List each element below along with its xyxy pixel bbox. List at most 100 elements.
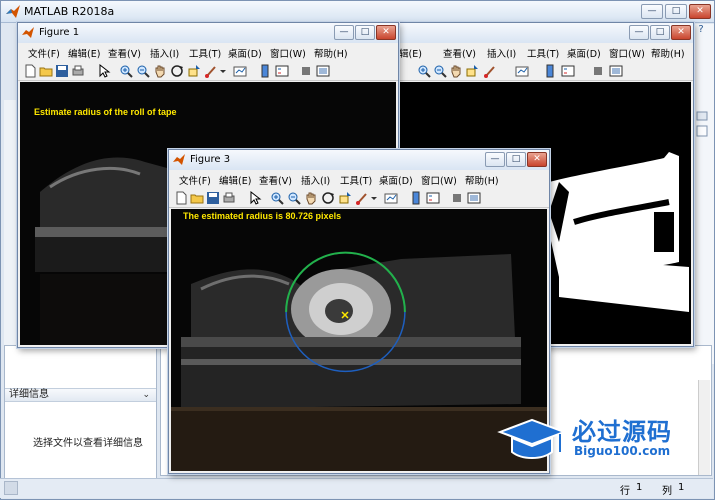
rotate-3d-icon[interactable]	[321, 191, 335, 205]
details-header-label: 详细信息	[9, 389, 49, 400]
show-plot-tools-icon[interactable]	[467, 191, 481, 205]
fig1-menu-file[interactable]: 文件(F)	[28, 46, 60, 60]
zoom-in-icon[interactable]	[270, 191, 284, 205]
link-plot-icon[interactable]	[384, 191, 398, 205]
details-empty-message: 选择文件以查看详细信息	[33, 438, 143, 449]
fig3-minimize-button[interactable]: —	[485, 152, 505, 167]
fig3-menu-file[interactable]: 文件(F)	[179, 173, 211, 187]
window-title: MATLAB R2018a	[24, 5, 115, 18]
status-row-label: 行	[620, 486, 630, 497]
maximize-button[interactable]: □	[665, 4, 687, 19]
figure-1-caption: Estimate radius of the roll of tape	[34, 107, 177, 117]
print-icon[interactable]	[222, 191, 236, 205]
show-plot-tools-icon[interactable]	[316, 64, 330, 78]
link-plot-icon[interactable]	[233, 64, 247, 78]
brush-icon[interactable]	[483, 64, 497, 78]
fig1-menu-desktop[interactable]: 桌面(D)	[228, 46, 262, 60]
hide-plot-tools-icon[interactable]	[299, 64, 313, 78]
figure-3-toolbar	[169, 188, 549, 208]
pan-hand-icon[interactable]	[304, 191, 318, 205]
show-plot-tools-icon[interactable]	[609, 64, 623, 78]
brush-icon[interactable]	[355, 191, 369, 205]
details-panel-header[interactable]: 详细信息 ⌄	[5, 388, 156, 402]
save-icon[interactable]	[206, 191, 220, 205]
zoom-in-icon[interactable]	[119, 64, 133, 78]
fig3-menu-window[interactable]: 窗口(W)	[421, 173, 457, 187]
insert-colorbar-icon[interactable]	[543, 64, 557, 78]
fig2-close-button[interactable]: ✕	[671, 25, 691, 40]
fig3-maximize-button[interactable]: □	[506, 152, 526, 167]
figure-2-titlebar[interactable]: — □ ✕	[397, 23, 693, 43]
fig3-close-button[interactable]: ✕	[527, 152, 547, 167]
close-button[interactable]: ✕	[689, 4, 711, 19]
fig3-menu-desktop[interactable]: 桌面(D)	[379, 173, 413, 187]
new-file-icon[interactable]	[174, 191, 188, 205]
zoom-out-icon[interactable]	[433, 64, 447, 78]
brush-dropdown-icon[interactable]	[370, 191, 378, 205]
fig2-menu-insert[interactable]: 插入(I)	[487, 46, 516, 60]
fig3-menu-view[interactable]: 查看(V)	[259, 173, 292, 187]
figure-1-titlebar[interactable]: Figure 1 — □ ✕	[18, 23, 398, 43]
fig2-menu-help[interactable]: 帮助(H)	[651, 46, 685, 60]
hide-plot-tools-icon[interactable]	[591, 64, 605, 78]
brush-dropdown-icon[interactable]	[219, 64, 227, 78]
chevron-down-icon[interactable]: ⌄	[142, 389, 150, 401]
fig1-menu-help[interactable]: 帮助(H)	[314, 46, 348, 60]
new-file-icon[interactable]	[23, 64, 37, 78]
fig3-menu-tools[interactable]: 工具(T)	[340, 173, 372, 187]
figure-1-menubar: 文件(F) 编辑(E) 查看(V) 插入(I) 工具(T) 桌面(D) 窗口(W…	[18, 43, 398, 61]
fig1-menu-edit[interactable]: 编辑(E)	[68, 46, 100, 60]
hide-plot-tools-icon[interactable]	[450, 191, 464, 205]
brush-icon[interactable]	[204, 64, 218, 78]
pointer-icon[interactable]	[97, 64, 111, 78]
fig3-menu-insert[interactable]: 插入(I)	[301, 173, 330, 187]
pointer-icon[interactable]	[248, 191, 262, 205]
fig2-menu-tools[interactable]: 工具(T)	[527, 46, 559, 60]
insert-legend-icon[interactable]	[561, 64, 575, 78]
minimize-button[interactable]: —	[641, 4, 663, 19]
matlab-logo-icon	[6, 5, 20, 18]
status-col-label: 列	[662, 486, 672, 497]
insert-legend-icon[interactable]	[275, 64, 289, 78]
fig1-menu-insert[interactable]: 插入(I)	[150, 46, 179, 60]
fig2-menu-desktop[interactable]: 桌面(D)	[567, 46, 601, 60]
zoom-out-icon[interactable]	[136, 64, 150, 78]
open-folder-icon[interactable]	[190, 191, 204, 205]
zoom-out-icon[interactable]	[287, 191, 301, 205]
fig3-menu-edit[interactable]: 编辑(E)	[219, 173, 251, 187]
zoom-in-icon[interactable]	[417, 64, 431, 78]
fig1-menu-window[interactable]: 窗口(W)	[270, 46, 306, 60]
fig1-menu-view[interactable]: 查看(V)	[108, 46, 141, 60]
figure-3-titlebar[interactable]: Figure 3 — □ ✕	[169, 150, 549, 170]
fig2-minimize-button[interactable]: —	[629, 25, 649, 40]
link-plot-icon[interactable]	[515, 64, 529, 78]
matlab-titlebar: MATLAB R2018a	[1, 1, 714, 23]
pan-hand-icon[interactable]	[449, 64, 463, 78]
fig2-menu-edit[interactable]: 辑(E)	[399, 46, 422, 60]
fig2-menu-window[interactable]: 窗口(W)	[609, 46, 645, 60]
command-vertical-scrollbar[interactable]	[698, 380, 710, 475]
fig2-maximize-button[interactable]: □	[650, 25, 670, 40]
status-grip[interactable]	[4, 481, 18, 495]
data-cursor-icon[interactable]	[338, 191, 352, 205]
fig2-menu-view[interactable]: 查看(V)	[443, 46, 476, 60]
pan-hand-icon[interactable]	[153, 64, 167, 78]
matlab-figure-icon	[22, 27, 34, 38]
data-cursor-icon[interactable]	[187, 64, 201, 78]
open-folder-icon[interactable]	[39, 64, 53, 78]
fig1-minimize-button[interactable]: —	[334, 25, 354, 40]
data-cursor-icon[interactable]	[465, 64, 479, 78]
fig1-close-button[interactable]: ✕	[376, 25, 396, 40]
save-icon[interactable]	[55, 64, 69, 78]
fig1-menu-tools[interactable]: 工具(T)	[189, 46, 221, 60]
print-icon[interactable]	[71, 64, 85, 78]
insert-colorbar-icon[interactable]	[258, 64, 272, 78]
fig1-maximize-button[interactable]: □	[355, 25, 375, 40]
rotate-3d-icon[interactable]	[170, 64, 184, 78]
right-panel-icons	[694, 110, 710, 140]
figure-3-window[interactable]: Figure 3 — □ ✕ 文件(F) 编辑(E) 查看(V) 插入(I) 工…	[168, 149, 550, 474]
insert-legend-icon[interactable]	[426, 191, 440, 205]
insert-colorbar-icon[interactable]	[409, 191, 423, 205]
figure-2-toolbar	[397, 61, 693, 81]
fig3-menu-help[interactable]: 帮助(H)	[465, 173, 499, 187]
